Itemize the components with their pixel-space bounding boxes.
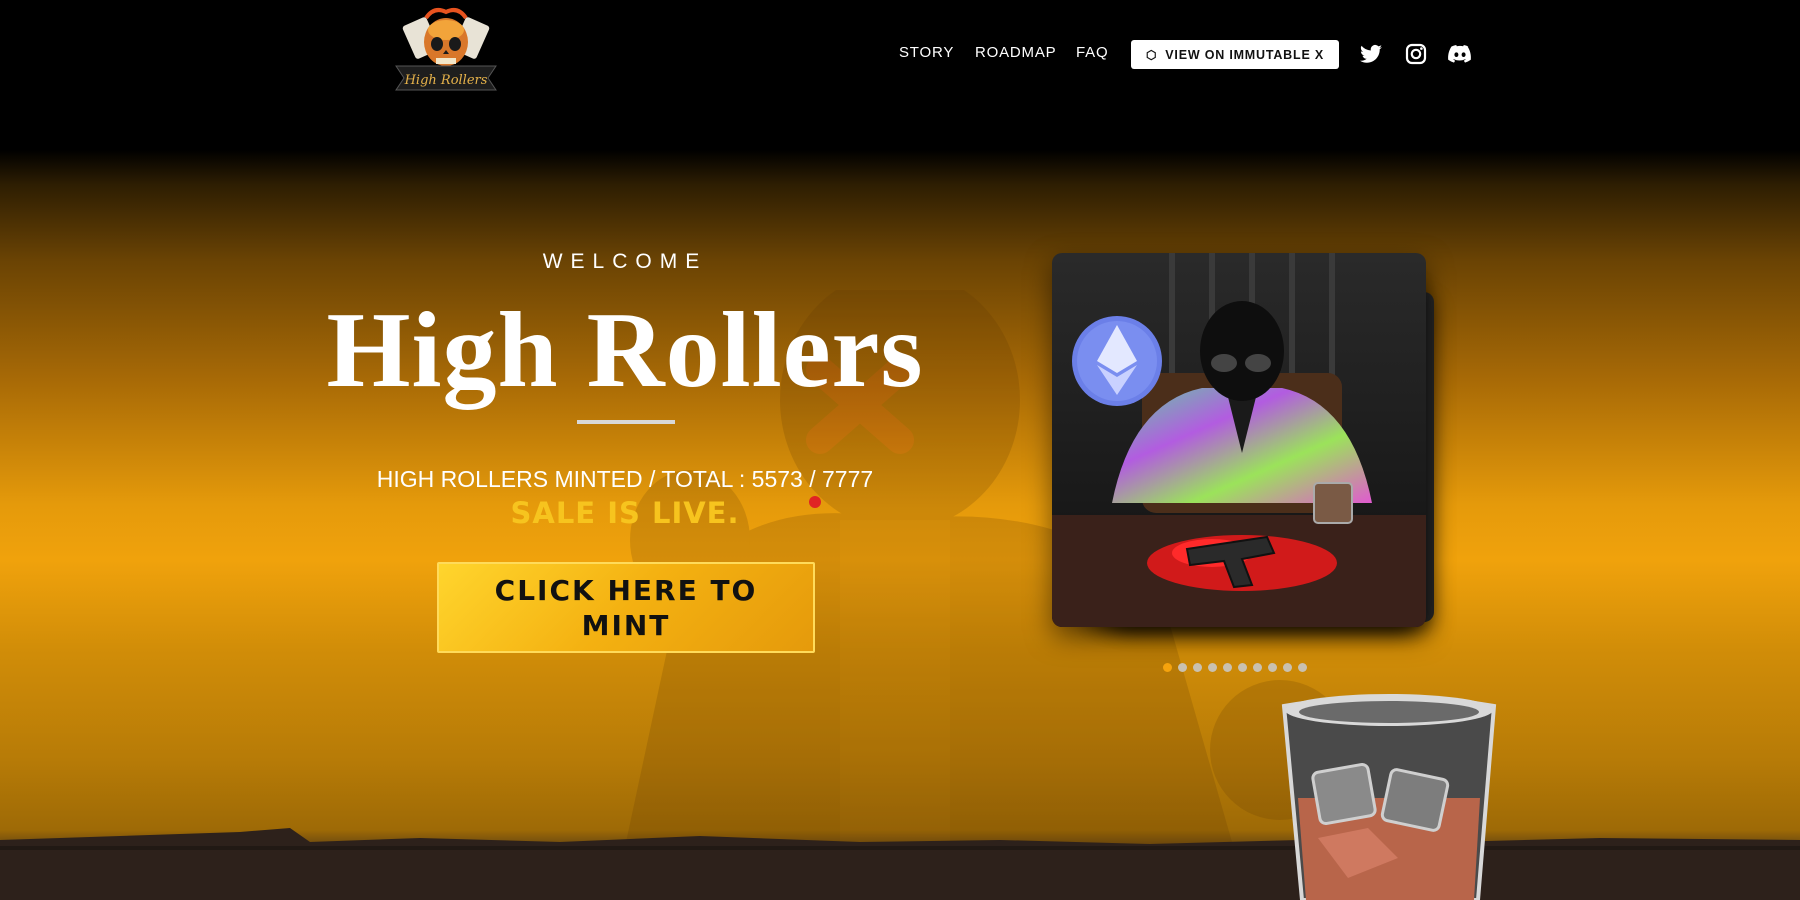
- immutable-x-label: VIEW ON IMMUTABLE X: [1165, 47, 1324, 62]
- carousel-dot[interactable]: [1298, 663, 1307, 672]
- nav-roadmap[interactable]: ROADMAP: [975, 44, 1056, 61]
- discord-icon[interactable]: [1447, 42, 1473, 66]
- carousel-dot[interactable]: [1253, 663, 1262, 672]
- carousel-dot[interactable]: [1193, 663, 1202, 672]
- whiskey-glass-illustration: [1281, 694, 1497, 900]
- nft-carousel: [1052, 252, 1472, 642]
- hero-title: High Rollers: [326, 291, 924, 410]
- title-divider: [577, 420, 675, 424]
- carousel-dot[interactable]: [1283, 663, 1292, 672]
- carousel-dot[interactable]: [1223, 663, 1232, 672]
- immutable-x-icon: ⬡: [1146, 47, 1158, 62]
- hero-section: WELCOME High Rollers HIGH ROLLERS MINTED…: [300, 0, 950, 900]
- twitter-icon[interactable]: [1359, 42, 1385, 66]
- minted-counter: HIGH ROLLERS MINTED / TOTAL : 5573 / 777…: [376, 466, 874, 492]
- carousel-dot[interactable]: [1163, 663, 1172, 672]
- sale-status: SALE IS LIVE.: [510, 496, 740, 530]
- nav-faq[interactable]: FAQ: [1076, 44, 1108, 61]
- view-on-immutable-x-button[interactable]: ⬡ VIEW ON IMMUTABLE X: [1131, 40, 1339, 69]
- carousel-active-slide[interactable]: [1052, 253, 1426, 627]
- table-edge-decoration: [0, 828, 1800, 900]
- carousel-dot[interactable]: [1238, 663, 1247, 672]
- carousel-dot[interactable]: [1268, 663, 1277, 672]
- instagram-icon[interactable]: [1404, 42, 1430, 66]
- welcome-label: WELCOME: [542, 250, 708, 273]
- carousel-dot[interactable]: [1178, 663, 1187, 672]
- mint-button[interactable]: CLICK HERE TO MINT: [437, 562, 815, 653]
- carousel-dots: [1163, 663, 1307, 673]
- cursor-indicator: [809, 496, 821, 508]
- carousel-dot[interactable]: [1208, 663, 1217, 672]
